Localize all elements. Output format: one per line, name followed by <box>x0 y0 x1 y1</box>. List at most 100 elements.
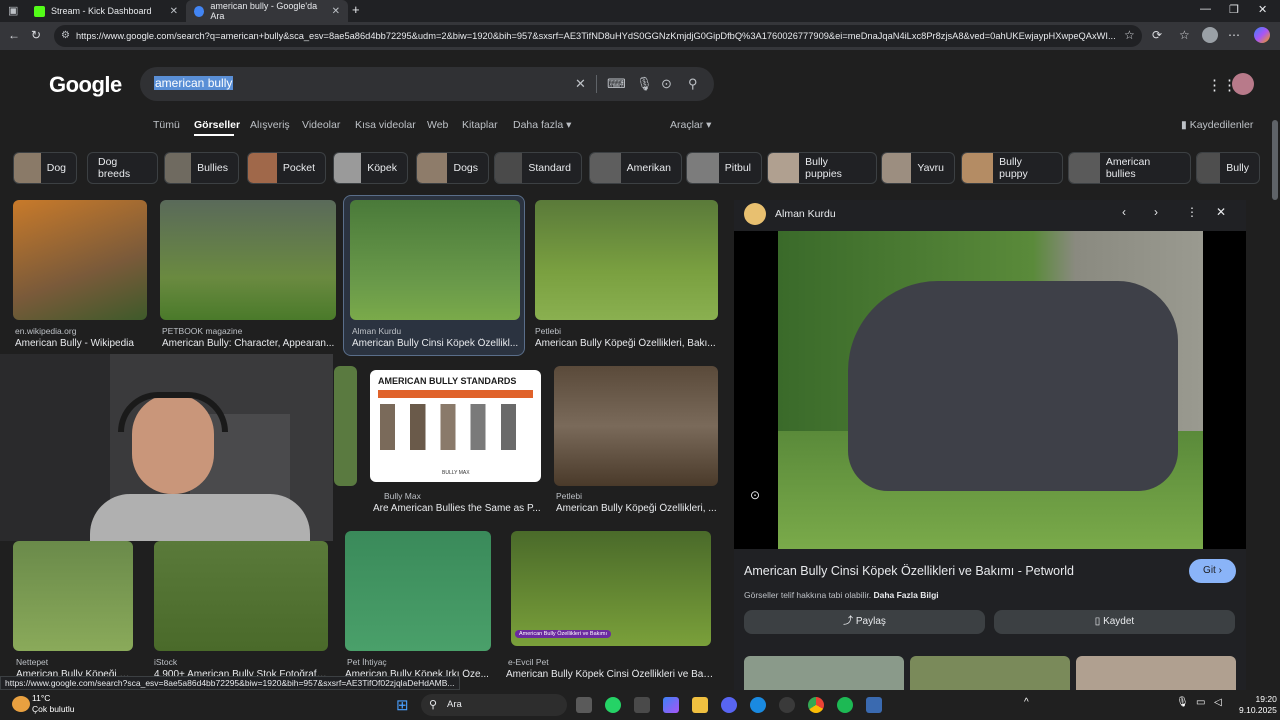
result-image[interactable] <box>334 366 357 486</box>
chip-bully-puppies[interactable]: Bully puppies <box>767 152 877 184</box>
google-logo[interactable]: Google <box>49 72 122 98</box>
lens-search-icon[interactable]: ⊙ <box>750 488 760 502</box>
result-card[interactable]: Petlebi American Bully Köpeği Özellikler… <box>554 366 718 516</box>
result-title[interactable]: American Bully Köpeği Özellikleri, Bakı.… <box>535 338 716 349</box>
reload-icon[interactable]: ↻ <box>31 28 41 42</box>
chip-dog[interactable]: Dog <box>13 152 77 184</box>
edge-icon[interactable] <box>750 697 766 713</box>
result-card[interactable]: Nettepet American Bully Köpeği Ö... <box>13 541 133 681</box>
more-options-icon[interactable]: ⋮ <box>1186 205 1198 219</box>
page-scrollbar[interactable] <box>1270 100 1280 690</box>
result-title[interactable]: American Bully: Character, Appearan... <box>162 338 336 349</box>
search-input[interactable]: american bully <box>154 76 234 90</box>
result-card[interactable]: Alman Kurdu American Bully Cinsi Köpek Ö… <box>350 200 520 350</box>
visit-button[interactable]: Git › <box>1189 559 1236 583</box>
result-title[interactable]: American Bully Köpeği Özellikleri, ... <box>556 503 718 514</box>
chip-kopek[interactable]: Köpek <box>333 152 408 184</box>
tab-web[interactable]: Web <box>427 119 448 131</box>
share-button[interactable]: ⤴ Paylaş <box>744 610 985 634</box>
close-preview-icon[interactable]: ✕ <box>1216 205 1226 219</box>
related-image[interactable] <box>1076 656 1236 690</box>
chip-yavru[interactable]: Yavru <box>881 152 955 184</box>
result-image[interactable]: AMERICAN BULLY STANDARDS BULLY MAX <box>370 370 541 482</box>
account-avatar[interactable] <box>1232 73 1254 95</box>
chip-dogs[interactable]: Dogs <box>416 152 489 184</box>
result-card[interactable]: en.wikipedia.org American Bully - Wikipe… <box>13 200 147 350</box>
result-image[interactable] <box>160 200 336 320</box>
chip-american-bullies[interactable]: American bullies <box>1068 152 1191 184</box>
tray-overflow-icon[interactable]: ^ <box>1024 697 1029 708</box>
clear-icon[interactable]: ✕ <box>575 76 586 92</box>
close-tab-icon[interactable]: ✕ <box>332 6 340 17</box>
more-info-link[interactable]: Daha Fazla Bilgi <box>873 590 938 600</box>
discord-icon[interactable] <box>721 697 737 713</box>
tab-books[interactable]: Kitaplar <box>462 119 498 131</box>
lens-icon[interactable]: ⊙ <box>661 76 672 92</box>
tab-shopping[interactable]: Alışveriş <box>250 119 290 131</box>
tab-kick-dashboard[interactable]: Stream - Kick Dashboard ✕ <box>26 0 186 22</box>
weather-icon[interactable] <box>12 696 30 712</box>
task-view-icon[interactable] <box>576 697 592 713</box>
microphone-icon[interactable]: 🎙 <box>636 76 653 92</box>
result-card[interactable]: American Bully Özellikleri ve Bakımı e-E… <box>506 531 716 681</box>
result-image[interactable] <box>345 531 491 651</box>
result-card[interactable]: Pet İhtiyaç American Bully Köpek Irkı Öz… <box>345 531 491 681</box>
copilot-icon[interactable] <box>1254 27 1270 43</box>
search-icon[interactable]: ⚲ <box>688 76 698 92</box>
extensions-icon[interactable]: ⟳ <box>1152 28 1162 42</box>
whatsapp-icon[interactable] <box>605 697 621 713</box>
chrome-icon[interactable] <box>808 697 824 713</box>
preview-image[interactable] <box>778 231 1203 549</box>
spotify-icon[interactable] <box>837 697 853 713</box>
app-icon[interactable] <box>866 697 882 713</box>
start-icon[interactable]: ⊞ <box>396 696 409 714</box>
result-card[interactable] <box>334 366 357 486</box>
tab-more[interactable]: Daha fazla ▾ <box>513 119 571 131</box>
save-button[interactable]: ▯ Kaydet <box>994 610 1235 634</box>
previous-icon[interactable]: ‹ <box>1122 205 1126 219</box>
volume-icon[interactable]: ◁ <box>1214 697 1222 708</box>
result-image[interactable] <box>13 200 147 320</box>
saved-button[interactable]: ▮ Kaydedilenler <box>1181 119 1253 131</box>
microphone-icon[interactable]: 🎙 <box>1176 697 1189 708</box>
keyboard-icon[interactable]: ⌨ <box>607 76 626 92</box>
chip-pocket[interactable]: Pocket <box>247 152 326 184</box>
next-icon[interactable]: › <box>1154 205 1158 219</box>
tab-all[interactable]: Tümü <box>153 119 180 131</box>
system-clock[interactable]: 19:20 9.10.2025 <box>1239 694 1277 716</box>
preview-source[interactable]: Alman Kurdu <box>775 208 836 220</box>
profile-avatar[interactable] <box>1202 27 1218 43</box>
restore-icon[interactable]: ❐ <box>1229 3 1239 16</box>
store-icon[interactable] <box>634 697 650 713</box>
scrollbar-thumb[interactable] <box>1272 120 1278 200</box>
preview-title[interactable]: American Bully Cinsi Köpek Özellikleri v… <box>744 564 1074 578</box>
chip-bully-puppy[interactable]: Bully puppy <box>961 152 1063 184</box>
chip-bullies[interactable]: Bullies <box>164 152 239 184</box>
result-title[interactable]: American Bully Köpek Cinsi Özellikleri v… <box>506 669 716 680</box>
tools-button[interactable]: Araçlar ▾ <box>670 119 711 131</box>
search-box[interactable]: american bully ✕ ⌨ 🎙 ⊙ ⚲ <box>140 67 714 101</box>
result-card[interactable]: iStock 4.900+ American Bully Stok Fotoğr… <box>154 541 328 681</box>
result-card[interactable]: AMERICAN BULLY STANDARDS BULLY MAX Bully… <box>370 370 541 520</box>
address-bar[interactable]: ⚙ https://www.google.com/search?q=americ… <box>54 25 1142 47</box>
new-tab-icon[interactable]: + <box>352 2 360 17</box>
chip-dog-breeds[interactable]: Dog breeds <box>87 152 158 184</box>
taskbar-search[interactable]: ⚲ Ara <box>421 694 567 716</box>
site-info-icon[interactable]: ⚙ <box>61 25 70 47</box>
menu-dots-icon[interactable]: ⋯ <box>1228 28 1240 42</box>
result-card[interactable]: PETBOOK magazine American Bully: Charact… <box>160 200 336 350</box>
tab-images[interactable]: Görseller <box>194 119 240 131</box>
result-image[interactable] <box>554 366 718 486</box>
result-title[interactable]: American Bully - Wikipedia <box>15 338 147 349</box>
tab-videos[interactable]: Videolar <box>302 119 340 131</box>
close-tab-icon[interactable]: ✕ <box>170 6 178 17</box>
minimize-icon[interactable]: — <box>1200 3 1211 15</box>
tab-actions-icon[interactable]: ▣ <box>8 4 18 17</box>
chip-standard[interactable]: Standard <box>494 152 582 184</box>
result-image[interactable] <box>13 541 133 651</box>
related-image[interactable] <box>744 656 904 690</box>
tab-short-videos[interactable]: Kısa videolar <box>355 119 416 131</box>
app-icon[interactable] <box>779 697 795 713</box>
result-image[interactable] <box>350 200 520 320</box>
result-title[interactable]: Are American Bullies the Same as P... <box>373 503 541 514</box>
